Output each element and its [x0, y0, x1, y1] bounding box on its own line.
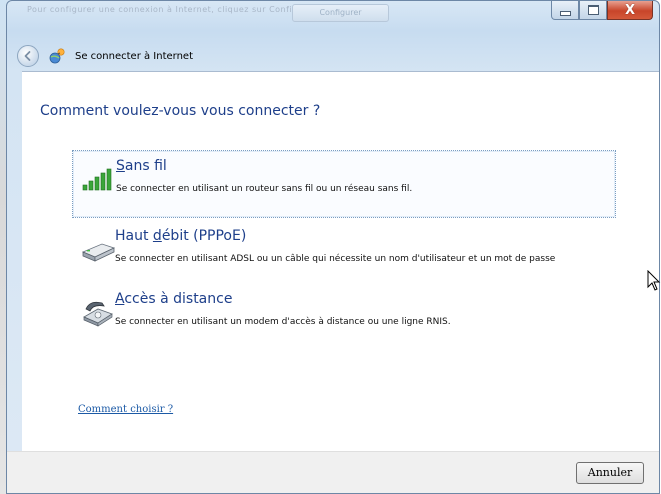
- close-icon: X: [624, 2, 636, 18]
- page-heading: Comment voulez-vous vous connecter ?: [40, 103, 321, 119]
- maximize-button[interactable]: [579, 1, 607, 20]
- broadband-modem-icon: [81, 243, 116, 262]
- navigation-bar: Se connecter à Internet: [17, 42, 193, 70]
- close-button[interactable]: X: [607, 1, 653, 20]
- option-wireless[interactable]: Sans fil Se connecter en utilisant un ro…: [72, 150, 616, 218]
- window-title: Se connecter à Internet: [75, 50, 193, 62]
- option-title: Accès à distance: [115, 291, 232, 307]
- back-arrow-icon: [24, 51, 31, 61]
- option-broadband[interactable]: Haut débit (PPPoE) Se connecter en utili…: [72, 221, 614, 287]
- title-rest: ccès à distance: [124, 291, 233, 307]
- option-description: Se connecter en utilisant ADSL ou un câb…: [115, 254, 556, 264]
- dialog-footer: Annuler: [7, 451, 659, 493]
- how-to-choose-link[interactable]: Comment choisir ?: [78, 404, 173, 415]
- access-key: d: [152, 228, 162, 244]
- maximize-icon: [587, 5, 599, 15]
- option-dialup[interactable]: Accès à distance Se connecter en utilisa…: [72, 284, 614, 350]
- option-description: Se connecter en utilisant un routeur san…: [116, 184, 413, 194]
- background-configure-button: Configurer: [292, 4, 389, 22]
- option-title: Haut débit (PPPoE): [115, 228, 246, 244]
- connect-to-internet-window: Pour configurer une connexion à Internet…: [6, 0, 660, 494]
- back-button[interactable]: [17, 45, 39, 67]
- dialup-phone-icon: [83, 301, 113, 327]
- minimize-icon: [559, 10, 571, 16]
- minimize-button[interactable]: [551, 1, 579, 20]
- option-description: Se connecter en utilisant un modem d'acc…: [115, 317, 451, 327]
- access-key: S: [116, 158, 125, 174]
- title-after: ébit (PPPoE): [161, 228, 247, 244]
- title-rest: ans fil: [124, 158, 167, 174]
- caption-buttons: X: [551, 1, 653, 20]
- access-key: A: [115, 291, 125, 307]
- network-globe-icon: [49, 48, 65, 64]
- title-before: Haut: [115, 228, 153, 244]
- mouse-cursor-icon: [647, 270, 661, 291]
- option-title: Sans fil: [116, 158, 167, 174]
- wireless-signal-icon: [82, 168, 112, 191]
- main-content: Comment voulez-vous vous connecter ? San…: [22, 71, 659, 452]
- background-window-text: Pour configurer une connexion à Internet…: [27, 5, 319, 14]
- cancel-button[interactable]: Annuler: [576, 462, 644, 484]
